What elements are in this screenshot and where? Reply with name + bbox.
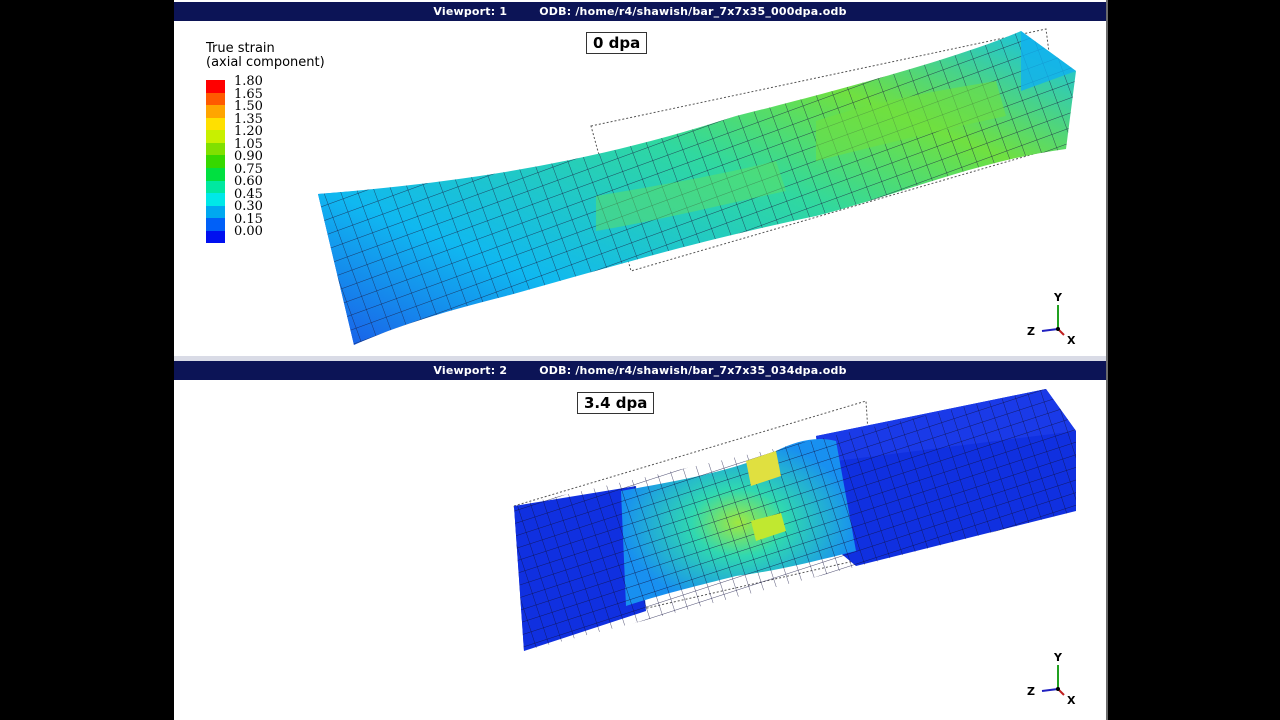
viewport-2-titlebar[interactable]: Viewport: 2 ODB: /home/r4/shawish/bar_7x…	[174, 361, 1106, 380]
legend-color-cell	[206, 155, 225, 168]
legend-title-line-2: (axial component)	[206, 55, 325, 70]
legend-title: True strain (axial component)	[206, 42, 325, 70]
legend-color-cell	[206, 180, 225, 194]
legend-color-cell	[206, 193, 225, 206]
axis-x-label: X	[1067, 694, 1076, 707]
legend-color-cell	[206, 230, 225, 244]
legend-value: 0.00	[234, 224, 263, 239]
viewport-1-title: Viewport: 1	[433, 5, 508, 18]
legend-color-cell	[206, 142, 225, 156]
legend-color-cell	[206, 130, 225, 143]
viewport-1[interactable]: 0 dpa True strain (axial component) 1.80…	[176, 21, 1104, 356]
legend-color-cell	[206, 80, 225, 93]
abaqus-viewer-screen: Viewport: 1 ODB: /home/r4/shawish/bar_7x…	[174, 0, 1106, 720]
viewport-2-odb-path: ODB: /home/r4/shawish/bar_7x7x35_034dpa.…	[539, 364, 847, 377]
legend-title-line-1: True strain	[206, 41, 275, 56]
axis-z-label: Z	[1027, 325, 1035, 338]
window-right-edge	[1106, 0, 1108, 720]
axis-y-label: Y	[1053, 291, 1063, 304]
viewport-1-dpa-label: 0 dpa	[586, 32, 648, 54]
legend-color-cell	[206, 205, 225, 219]
axis-triad-1: Y Z X	[1027, 291, 1076, 347]
axis-z-label: Z	[1027, 685, 1035, 698]
axis-triad-2: Y Z X	[1027, 651, 1076, 707]
legend-color-cell	[206, 218, 225, 231]
viewport-1-titlebar[interactable]: Viewport: 1 ODB: /home/r4/shawish/bar_7x…	[174, 2, 1106, 21]
legend-color-cell	[206, 167, 225, 181]
bar-mesh-34dpa	[513, 389, 1076, 651]
bar-mesh-0dpa	[318, 28, 1076, 345]
viewport-2-dpa-label: 3.4 dpa	[577, 392, 655, 414]
axis-x-label: X	[1067, 334, 1076, 347]
axis-y-label: Y	[1053, 651, 1063, 664]
viewport-2-title: Viewport: 2	[433, 364, 508, 377]
viewport-2[interactable]: 3.4 dpa Y Z X	[176, 381, 1104, 715]
legend-color-cell	[206, 117, 225, 131]
legend-color-cell	[206, 92, 225, 106]
legend-color-bar	[206, 80, 225, 256]
legend-value-labels: 1.80 1.65 1.50 1.35 1.20 1.05 0.90 0.75 0.60 0.45…	[234, 75, 263, 239]
legend-color-cell	[206, 105, 225, 118]
viewport-1-odb-path: ODB: /home/r4/shawish/bar_7x7x35_000dpa.…	[539, 5, 847, 18]
